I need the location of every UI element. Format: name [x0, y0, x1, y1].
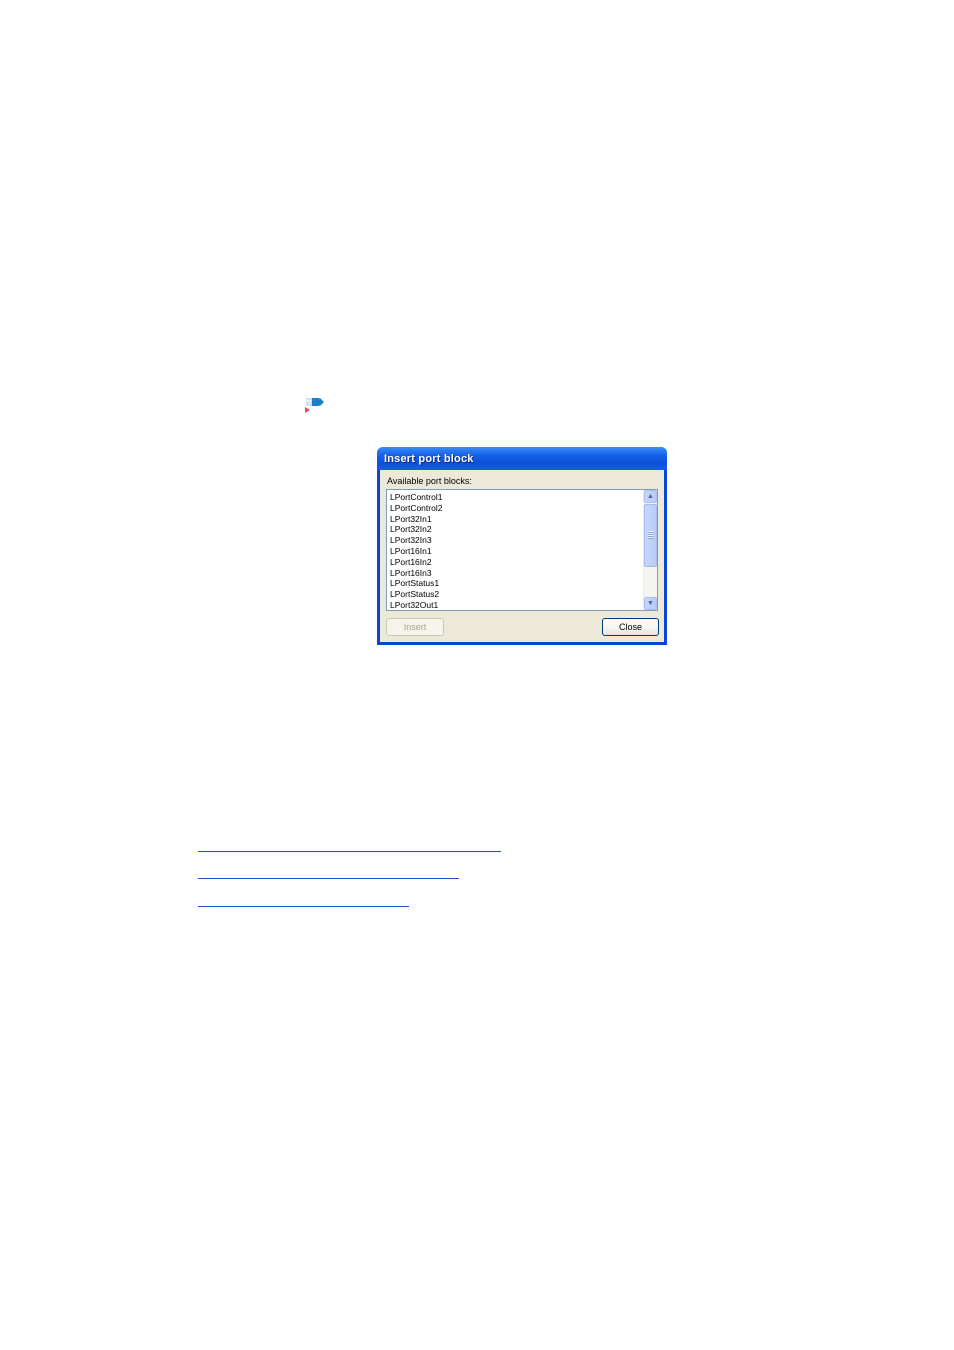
list-item[interactable]: LPort16In2: [389, 557, 642, 568]
scroll-up-button[interactable]: ▲: [644, 490, 657, 503]
list-item[interactable]: LPortControl1: [389, 492, 642, 503]
list-item[interactable]: LPort32In2: [389, 524, 642, 535]
scroll-thumb[interactable]: [644, 504, 657, 567]
insert-port-block-dialog: Insert port block Available port blocks:…: [377, 447, 667, 645]
hyperlink-3[interactable]: [198, 905, 409, 907]
hyperlink-1[interactable]: [198, 850, 501, 852]
port-block-icon: [305, 398, 324, 413]
dialog-title: Insert port block: [384, 452, 474, 465]
list-item[interactable]: LPort32Out1: [389, 600, 642, 608]
hyperlink-2[interactable]: [198, 877, 459, 879]
dialog-client-area: Available port blocks: LPortControl1 LPor…: [380, 470, 664, 642]
chevron-down-icon: ▼: [647, 600, 654, 607]
list-item[interactable]: LPort32In1: [389, 514, 642, 525]
dialog-titlebar[interactable]: Insert port block: [377, 447, 667, 470]
list-item[interactable]: LPort32In3: [389, 535, 642, 546]
insert-button[interactable]: Insert: [386, 618, 444, 636]
chevron-up-icon: ▲: [647, 493, 654, 500]
scroll-down-button[interactable]: ▼: [644, 597, 657, 610]
list-item[interactable]: LPortStatus2: [389, 589, 642, 600]
list-item[interactable]: LPort16In3: [389, 568, 642, 579]
scroll-grip-icon: [648, 531, 654, 539]
available-port-blocks-label: Available port blocks:: [387, 476, 472, 486]
list-scrollbar[interactable]: ▲ ▼: [643, 490, 657, 610]
page: Insert port block Available port blocks:…: [0, 0, 954, 1350]
list-item[interactable]: LPortStatus1: [389, 578, 642, 589]
close-button[interactable]: Close: [602, 618, 659, 636]
list-item[interactable]: LPort16In1: [389, 546, 642, 557]
list-item[interactable]: LPortControl2: [389, 503, 642, 514]
port-blocks-list: LPortControl1 LPortControl2 LPort32In1 LPor…: [389, 492, 642, 608]
port-blocks-listbox[interactable]: LPortControl1 LPortControl2 LPort32In1 LPor…: [386, 489, 658, 611]
